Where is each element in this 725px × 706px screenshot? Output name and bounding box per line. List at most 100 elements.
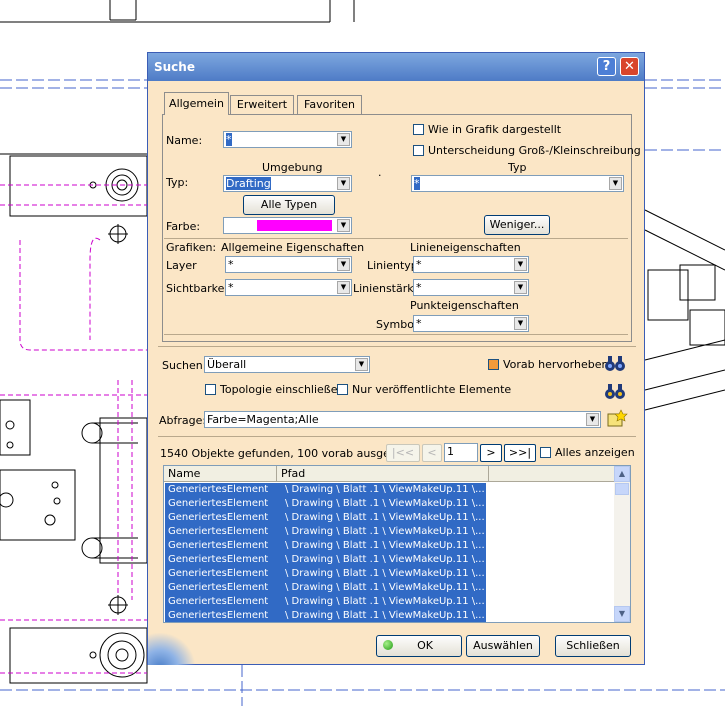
- title-bar[interactable]: Suche ? ✕: [148, 53, 644, 81]
- name-value: *: [226, 133, 232, 146]
- chevron-down-icon[interactable]: ▼: [586, 413, 599, 426]
- results-list[interactable]: Name Pfad GeneriertesElement \ Drawing \ …: [163, 465, 631, 623]
- symbol-value: *: [416, 317, 422, 330]
- chevron-down-icon[interactable]: ▼: [609, 177, 622, 190]
- item-path: \ Drawing \ Blatt .1 \ ViewMakeUp.11 \..…: [285, 596, 485, 607]
- divider: [164, 334, 628, 335]
- list-item[interactable]: GeneriertesElement \ Drawing \ Blatt .1 \…: [165, 497, 486, 511]
- chevron-down-icon[interactable]: ▼: [337, 258, 350, 271]
- topology-label: Topologie einschließen: [220, 383, 345, 396]
- type-header: Typ: [508, 161, 527, 174]
- list-item[interactable]: GeneriertesElement \ Drawing \ Blatt .1 \…: [165, 483, 486, 497]
- page-value: 1: [447, 445, 454, 458]
- chevron-down-icon[interactable]: ▼: [337, 281, 350, 294]
- search-scope-value: Überall: [207, 358, 247, 371]
- linetype-combo[interactable]: * ▼: [413, 256, 529, 273]
- layer-label: Layer: [166, 259, 197, 272]
- vertical-scrollbar[interactable]: ▲ ▼: [614, 466, 630, 622]
- chevron-down-icon[interactable]: ▼: [514, 281, 527, 294]
- topology-checkbox[interactable]: [205, 384, 216, 395]
- list-item[interactable]: GeneriertesElement \ Drawing \ Blatt .1 \…: [165, 539, 486, 553]
- item-name: GeneriertesElement: [168, 526, 269, 537]
- load-all-types-button[interactable]: Alle Typen laden: [243, 195, 335, 229]
- name-combo[interactable]: * ▼: [223, 131, 352, 148]
- column-header-name[interactable]: Name: [164, 466, 277, 482]
- chevron-down-icon[interactable]: ▼: [337, 219, 350, 232]
- divider: [158, 346, 636, 347]
- linetype-label: Linientyp: [367, 259, 418, 272]
- list-item[interactable]: GeneriertesElement \ Drawing \ Blatt .1 \…: [165, 525, 486, 539]
- list-item[interactable]: GeneriertesElement \ Drawing \ Blatt .1 \…: [165, 609, 486, 622]
- type-value: *: [414, 177, 420, 190]
- scroll-up-icon[interactable]: ▲: [614, 466, 630, 482]
- item-name: GeneriertesElement: [168, 512, 269, 523]
- divider: [164, 238, 628, 239]
- wysiwyg-checkbox[interactable]: [413, 124, 424, 135]
- chevron-down-icon[interactable]: ▼: [514, 317, 527, 330]
- type-combo[interactable]: * ▼: [411, 175, 624, 192]
- item-name: GeneriertesElement: [168, 596, 269, 607]
- item-name: GeneriertesElement: [168, 540, 269, 551]
- results-summary: 1540 Objekte gefunden, 100 vorab ausgewä: [160, 447, 406, 460]
- layer-combo[interactable]: * ▼: [225, 256, 352, 273]
- published-checkbox[interactable]: [337, 384, 348, 395]
- query-add-icon[interactable]: [606, 408, 628, 430]
- list-item[interactable]: GeneriertesElement \ Drawing \ Blatt .1 \…: [165, 595, 486, 609]
- query-value: Farbe=Magenta;Alle: [207, 413, 319, 426]
- prev-page-button[interactable]: <: [422, 444, 442, 462]
- type-label: Typ:: [166, 176, 189, 189]
- case-label: Unterscheidung Groß-/Kleinschreibung: [428, 144, 641, 157]
- chevron-down-icon[interactable]: ▼: [514, 258, 527, 271]
- help-button[interactable]: ?: [597, 57, 616, 76]
- linewidth-combo[interactable]: * ▼: [413, 279, 529, 296]
- query-combo[interactable]: Farbe=Magenta;Alle ▼: [204, 411, 601, 428]
- item-path: \ Drawing \ Blatt .1 \ ViewMakeUp.11 \..…: [285, 484, 485, 495]
- symbol-combo[interactable]: * ▼: [413, 315, 529, 332]
- environment-combo[interactable]: Drafting ▼: [223, 175, 352, 192]
- visibility-combo[interactable]: * ▼: [225, 279, 352, 296]
- tab-erweitert[interactable]: Erweitert: [230, 95, 294, 114]
- select-button[interactable]: Auswählen: [466, 635, 540, 657]
- chevron-down-icon[interactable]: ▼: [337, 133, 350, 146]
- close-window-button[interactable]: ✕: [620, 57, 639, 76]
- item-name: GeneriertesElement: [168, 582, 269, 593]
- ok-label: OK: [417, 639, 433, 652]
- item-path: \ Drawing \ Blatt .1 \ ViewMakeUp.11 \..…: [285, 554, 485, 565]
- chevron-down-icon[interactable]: ▼: [337, 177, 350, 190]
- first-page-button[interactable]: |<<: [386, 444, 420, 462]
- binoculars-icon[interactable]: [603, 380, 627, 402]
- published-label: Nur veröffentlichte Elemente: [352, 383, 512, 396]
- search-scope-combo[interactable]: Überall ▼: [204, 356, 370, 373]
- item-path: \ Drawing \ Blatt .1 \ ViewMakeUp.11 \..…: [285, 526, 485, 537]
- page-input[interactable]: 1: [444, 443, 478, 462]
- item-name: GeneriertesElement: [168, 484, 269, 495]
- separator-dot: .: [378, 166, 382, 179]
- divider: [158, 436, 636, 437]
- list-item[interactable]: GeneriertesElement \ Drawing \ Blatt .1 \…: [165, 511, 486, 525]
- search-dialog: Suche ? ✕ Allgemein Erweitert Favoriten …: [147, 52, 645, 665]
- visibility-value: *: [228, 281, 234, 294]
- item-path: \ Drawing \ Blatt .1 \ ViewMakeUp.11 \..…: [285, 512, 485, 523]
- next-page-button[interactable]: >: [480, 444, 502, 462]
- chevron-down-icon[interactable]: ▼: [355, 358, 368, 371]
- list-item[interactable]: GeneriertesElement \ Drawing \ Blatt .1 \…: [165, 553, 486, 567]
- binoculars-icon[interactable]: [603, 352, 627, 374]
- list-item[interactable]: GeneriertesElement \ Drawing \ Blatt .1 \…: [165, 581, 486, 595]
- scroll-thumb[interactable]: [615, 483, 629, 495]
- close-button[interactable]: Schließen: [555, 635, 631, 657]
- column-header-path[interactable]: Pfad: [277, 466, 489, 482]
- ok-button[interactable]: OK: [376, 635, 462, 657]
- tab-favoriten[interactable]: Favoriten: [297, 95, 362, 114]
- show-all-checkbox[interactable]: [540, 447, 551, 458]
- color-combo[interactable]: ▼: [223, 217, 352, 234]
- list-item[interactable]: GeneriertesElement \ Drawing \ Blatt .1 \…: [165, 567, 486, 581]
- case-checkbox[interactable]: [413, 145, 424, 156]
- less-button[interactable]: Weniger...: [484, 215, 550, 235]
- preview-checkbox[interactable]: [488, 359, 499, 370]
- tab-allgemein[interactable]: Allgemein: [164, 92, 229, 115]
- last-page-button[interactable]: >>|: [504, 444, 536, 462]
- visibility-label: Sichtbarkeit: [166, 282, 232, 295]
- layer-value: *: [228, 258, 234, 271]
- scroll-down-icon[interactable]: ▼: [614, 606, 630, 622]
- linetype-value: *: [416, 258, 422, 271]
